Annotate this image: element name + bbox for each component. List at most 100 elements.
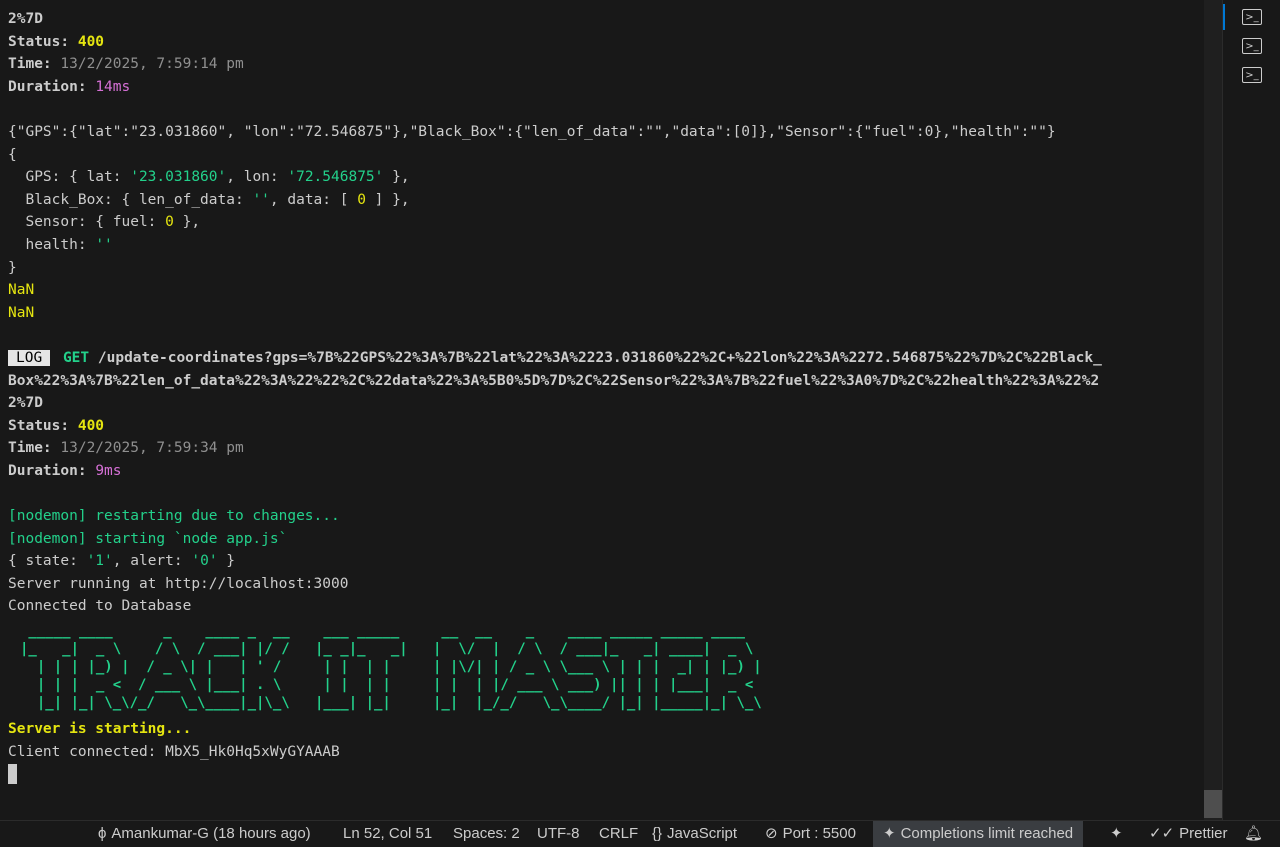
- obj-close: }: [8, 259, 17, 276]
- prompt-line[interactable]: [8, 763, 1204, 786]
- state-prefix: { state:: [8, 553, 87, 570]
- copilot-icon: ✦: [1110, 825, 1123, 842]
- db-connected-line: Connected to Database: [8, 598, 192, 615]
- obj-gps-line: GPS: { lat: '23.031860', lon: '72.546875…: [8, 166, 1204, 189]
- log-request-line: LOG GET /update-coordinates?gps=%7B%22GP…: [8, 347, 1204, 370]
- alert-value: '0': [191, 553, 218, 570]
- terminal-scrollbar[interactable]: [1204, 0, 1222, 820]
- encoding-item[interactable]: UTF-8: [537, 821, 580, 847]
- bb-mid: , data: [: [269, 191, 358, 208]
- terminal-output: 2%7D Status: 400 Time: 13/2/2025, 7:59:1…: [8, 8, 1204, 786]
- completions-label: Completions limit reached: [900, 825, 1074, 842]
- url-tail: 2%7D: [8, 11, 43, 27]
- time-value: 13/2/2025, 7:59:34 pm: [60, 440, 244, 457]
- prettier-label: Prettier: [1179, 825, 1228, 842]
- terminal-panel[interactable]: 2%7D Status: 400 Time: 13/2/2025, 7:59:1…: [0, 0, 1204, 820]
- client-connected-line: Client connected: MbX5_Hk0Hq5xWyGYAAAB: [8, 743, 340, 760]
- status-bar: ϕ Amankumar-G (18 hours ago) Ln 52, Col 5…: [0, 820, 1280, 847]
- http-method: GET: [62, 349, 90, 366]
- state-value: '1': [86, 553, 113, 570]
- sensor-fuel: 0: [165, 214, 174, 231]
- bb-len: '': [252, 191, 270, 208]
- terminal-icon[interactable]: >_: [1242, 38, 1262, 54]
- server-running-line: Server running at http://localhost:3000: [8, 575, 349, 592]
- terminal-tabs: >_ >_ >_: [1222, 0, 1280, 820]
- duration-line: Duration: 9ms: [8, 460, 1204, 483]
- obj-blackbox-line: Black_Box: { len_of_data: '', data: [ 0 …: [8, 189, 1204, 212]
- braces-icon: {}: [652, 825, 663, 842]
- status-value: 400: [77, 33, 105, 50]
- copilot-status-item[interactable]: ✦ Completions limit reached: [873, 821, 1084, 847]
- double-check-icon: ✓✓: [1149, 825, 1175, 842]
- gps-suffix: },: [383, 169, 410, 186]
- json-raw-line: {"GPS":{"lat":"23.031860", "lon":"72.546…: [8, 123, 1056, 140]
- status-label: Status:: [8, 33, 78, 50]
- state-line: { state: '1', alert: '0' }: [8, 550, 1204, 573]
- git-blame-item[interactable]: ϕ Amankumar-G (18 hours ago): [98, 821, 311, 847]
- obj-health-line: health: '': [8, 234, 1204, 257]
- nan-line: NaN: [8, 304, 35, 321]
- state-suffix: }: [217, 553, 236, 570]
- time-line: Time: 13/2/2025, 7:59:34 pm: [8, 437, 1204, 460]
- terminal-icon[interactable]: >_: [1242, 67, 1262, 83]
- bb-data: 0: [357, 191, 366, 208]
- server-starting-line: Server is starting...: [8, 721, 192, 738]
- duration-value: 14ms: [95, 78, 131, 95]
- health-prefix: health:: [8, 236, 96, 253]
- gps-lat: '23.031860': [130, 169, 227, 186]
- gps-lon: '72.546875': [287, 169, 384, 186]
- duration-label: Duration:: [8, 78, 96, 95]
- bb-prefix: Black_Box: { len_of_data:: [8, 191, 253, 208]
- sensor-prefix: Sensor: { fuel:: [8, 214, 166, 231]
- health-value: '': [95, 236, 113, 253]
- time-label: Time:: [8, 56, 61, 73]
- status-line: Status: 400: [8, 415, 1204, 438]
- live-server-port-item[interactable]: ⊘ Port : 5500: [765, 821, 856, 847]
- notifications-item[interactable]: 🔔︎: [1244, 821, 1263, 847]
- nodemon-restart-line: [nodemon] restarting due to changes...: [8, 508, 340, 525]
- obj-open: {: [8, 146, 17, 163]
- prettier-item[interactable]: ✓✓ Prettier: [1149, 821, 1228, 847]
- state-mid: , alert:: [112, 553, 192, 570]
- ascii-banner: _____ ____ _ ____ _ __ ___ _____ __ __ _…: [20, 623, 762, 712]
- language-label: JavaScript: [667, 825, 738, 842]
- no-entry-icon: ⊘: [765, 825, 778, 842]
- status-label: Status:: [8, 417, 78, 434]
- language-item[interactable]: {} JavaScript: [652, 821, 737, 847]
- gps-prefix: GPS: { lat:: [8, 169, 131, 186]
- git-commit-icon: ϕ: [98, 825, 107, 842]
- eol-item[interactable]: CRLF: [599, 821, 638, 847]
- sensor-suffix: },: [173, 214, 201, 231]
- bell-icon: 🔔︎: [1244, 825, 1264, 842]
- duration-line: Duration: 14ms: [8, 76, 1204, 99]
- time-line: Time: 13/2/2025, 7:59:14 pm: [8, 53, 1204, 76]
- time-label: Time:: [8, 440, 61, 457]
- active-tab-indicator: [1223, 4, 1225, 30]
- bb-suffix: ] },: [365, 191, 410, 208]
- duration-label: Duration:: [8, 462, 96, 479]
- request-url: /update-coordinates?gps=%7B%22GPS%22%3A%…: [97, 349, 1102, 366]
- cursor-position-item[interactable]: Ln 52, Col 51: [343, 821, 432, 847]
- indentation-item[interactable]: Spaces: 2: [453, 821, 520, 847]
- terminal-icon[interactable]: >_: [1242, 9, 1262, 25]
- terminal-cursor: [8, 764, 17, 785]
- status-value: 400: [77, 417, 105, 434]
- git-blame-label: Amankumar-G (18 hours ago): [111, 825, 311, 842]
- nan-line: NaN: [8, 282, 35, 299]
- obj-sensor-line: Sensor: { fuel: 0 },: [8, 211, 1204, 234]
- gps-mid: , lon:: [226, 169, 288, 186]
- copilot-menu-item[interactable]: ✦: [1110, 821, 1123, 847]
- scrollbar-thumb[interactable]: [1204, 790, 1222, 818]
- log-tag: LOG: [8, 349, 51, 366]
- port-label: Port : 5500: [782, 825, 856, 842]
- request-url-continued: 2%7D: [8, 395, 43, 412]
- request-url-continued: Box%22%3A%7B%22len_of_data%22%3A%22%22%2…: [8, 372, 1100, 389]
- time-value: 13/2/2025, 7:59:14 pm: [60, 56, 244, 73]
- duration-value: 9ms: [95, 462, 122, 479]
- copilot-icon: ✦: [883, 825, 896, 842]
- status-line: Status: 400: [8, 31, 1204, 54]
- nodemon-start-line: [nodemon] starting `node app.js`: [8, 530, 288, 547]
